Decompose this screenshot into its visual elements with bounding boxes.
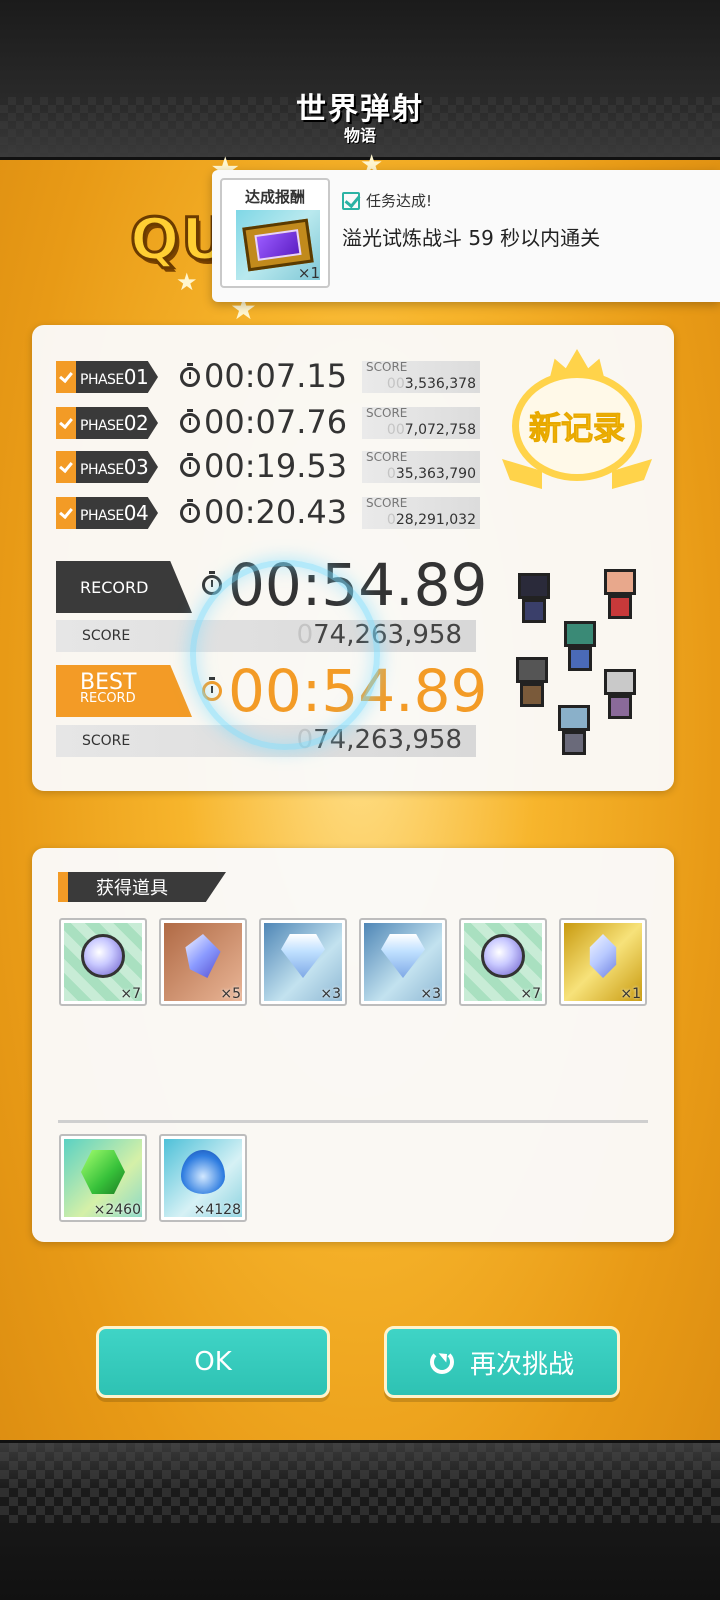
phase-row: PHASE04 00:20.43 SCORE 028,291,032 (56, 493, 480, 531)
phase-time: 00:19.53 (204, 447, 348, 485)
mission-complete-toast[interactable]: 达成报酬 ×1 任务达成! 溢光试炼战斗 59 秒以内通关 (212, 170, 720, 302)
check-icon (56, 451, 76, 483)
best-record-tag: BEST RECORD (56, 665, 192, 717)
phase-row: PHASE01 00:07.15 SCORE 003,536,378 (56, 357, 480, 395)
phase-row: PHASE03 00:19.53 SCORE 035,363,790 (56, 447, 480, 485)
retry-button[interactable]: 再次挑战 (384, 1326, 620, 1398)
character-sprite (510, 657, 554, 711)
new-record-badge: 新记录 (502, 349, 652, 499)
mission-status: 任务达成! (342, 190, 432, 211)
item-slot[interactable]: ×5 (159, 918, 247, 1006)
stopwatch-icon (202, 677, 222, 701)
ok-button[interactable]: OK (96, 1326, 330, 1398)
item-slot[interactable]: ×3 (259, 918, 347, 1006)
character-sprite (512, 573, 556, 627)
game-logo: 世界弹射 物语 (296, 92, 424, 145)
best-record-time: 00:54.89 (228, 657, 488, 725)
crystal-orb-icon (481, 934, 525, 978)
mission-status-text: 任务达成! (366, 192, 433, 210)
star-icon: ★ (176, 268, 198, 296)
stopwatch-icon (202, 571, 222, 595)
record-time: 00:54.89 (228, 551, 488, 619)
bottom-bar (0, 1440, 720, 1600)
record-score-bar: SCORE 074,263,958 (56, 620, 476, 652)
refresh-icon (429, 1350, 454, 1374)
reward-label: 达成报酬 (244, 188, 305, 206)
mission-description: 溢光试炼战斗 59 秒以内通关 (342, 226, 601, 250)
divider (58, 1120, 648, 1123)
check-icon (56, 361, 76, 393)
character-sprite (598, 569, 642, 623)
item-slot[interactable]: ×1 (559, 918, 647, 1006)
phase-time: 00:07.76 (204, 403, 348, 441)
best-score: 074,263,958 (296, 725, 462, 755)
character-sprite (552, 705, 596, 759)
blue-flame-icon (181, 1150, 225, 1194)
phase-score: SCORE 007,072,758 (362, 406, 480, 439)
stopwatch-icon (180, 409, 200, 433)
check-icon (56, 497, 76, 529)
item-slot[interactable]: ×7 (59, 918, 147, 1006)
checker-pattern (0, 1443, 720, 1523)
stopwatch-icon (180, 499, 200, 523)
phase-score: SCORE 035,363,790 (362, 450, 480, 483)
crystal-orb-icon (81, 934, 125, 978)
item-slot[interactable]: ×3 (359, 918, 447, 1006)
record-score: 074,263,958 (296, 620, 462, 650)
item-slot[interactable]: ×7 (459, 918, 547, 1006)
phase-time: 00:20.43 (204, 493, 348, 531)
items-header: 获得道具 (58, 872, 226, 902)
results-panel: PHASE01 00:07.15 SCORE 003,536,378 PHASE… (32, 325, 674, 791)
checkbox-checked-icon (342, 191, 360, 210)
phase-row: PHASE02 00:07.76 SCORE 007,072,758 (56, 403, 480, 441)
phase-score: SCORE 028,291,032 (362, 496, 480, 529)
phase-time: 00:07.15 (204, 357, 348, 395)
item-slot[interactable]: ×4128 (159, 1134, 247, 1222)
character-sprite (598, 669, 642, 723)
best-score-bar: SCORE 074,263,958 (56, 725, 476, 757)
check-icon (56, 407, 76, 439)
phase-tag: PHASE03 (56, 451, 158, 483)
phase-tag: PHASE04 (56, 497, 158, 529)
top-bar: 世界弹射 物语 (0, 0, 720, 160)
phase-score: SCORE 003,536,378 (362, 360, 480, 393)
obtained-items-panel: 获得道具 ×7 ×5 ×3 ×3 ×7 ×1 ×2460 ×4128 (32, 848, 674, 1242)
record-tag: RECORD (56, 561, 192, 613)
stopwatch-icon (180, 363, 200, 387)
item-slot[interactable]: ×2460 (59, 1134, 147, 1222)
reward-card: 达成报酬 ×1 (220, 178, 330, 288)
character-sprite (558, 621, 602, 675)
stopwatch-icon (180, 453, 200, 477)
phase-tag: PHASE01 (56, 361, 158, 393)
phase-tag: PHASE02 (56, 407, 158, 439)
reward-quantity: ×1 (297, 264, 320, 282)
